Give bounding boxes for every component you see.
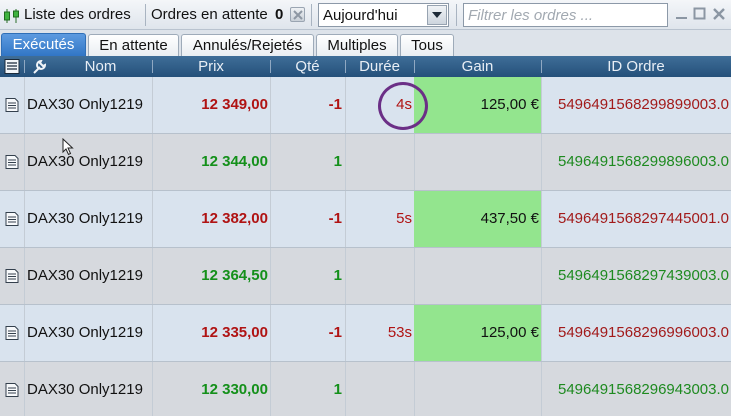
filter-orders-input[interactable]: Filtrer les ordres ...	[463, 3, 668, 27]
tab-label: En attente	[99, 37, 168, 54]
document-icon[interactable]	[5, 212, 19, 226]
toolbar-separator	[311, 4, 312, 26]
cell-duration	[345, 248, 414, 304]
cell-qty: 1	[333, 381, 342, 398]
cell-qty: -1	[328, 210, 342, 227]
cell-gain	[414, 362, 541, 416]
document-icon[interactable]	[5, 383, 19, 397]
chevron-down-icon	[432, 12, 442, 18]
cell-price: 12 382,00	[201, 210, 268, 227]
document-icon[interactable]	[5, 326, 19, 340]
close-icon[interactable]	[711, 6, 727, 22]
clear-icon	[293, 10, 303, 20]
cell-gain: 125,00 €	[414, 77, 541, 133]
window-title: Liste des ordres	[24, 6, 131, 23]
mouse-cursor-icon	[62, 138, 74, 156]
cell-price: 12 364,50	[201, 267, 268, 284]
document-icon[interactable]	[5, 269, 19, 283]
cell-duration	[345, 134, 414, 190]
cell-name: DAX30 Only1219	[27, 381, 143, 398]
maximize-icon[interactable]	[692, 6, 708, 22]
col-header-price[interactable]: Prix	[152, 56, 270, 77]
highlight-circle	[378, 82, 428, 130]
cell-gain	[414, 134, 541, 190]
cell-qty: 1	[333, 267, 342, 284]
col-header-qty[interactable]: Qté	[270, 56, 345, 77]
pending-orders-label: Ordres en attente	[151, 6, 268, 23]
cell-order-id: 5496491568299896003.0	[557, 153, 729, 170]
table-row[interactable]: DAX30 Only1219 12 349,00 -1 4s 125,00 € …	[0, 77, 731, 134]
filter-placeholder: Filtrer les ordres ...	[468, 7, 594, 24]
cell-gain: 125,00 €	[414, 305, 541, 361]
tab-annules-rejetes[interactable]: Annulés/Rejetés	[181, 34, 314, 57]
period-dropdown-button[interactable]	[427, 5, 447, 25]
cell-order-id: 5496491568296996003.0	[557, 324, 729, 341]
candlestick-chart-icon	[4, 9, 19, 23]
col-header-duration[interactable]: Durée	[345, 56, 414, 77]
cell-duration	[345, 362, 414, 416]
cell-order-id: 5496491568297445001.0	[557, 210, 729, 227]
header-divider	[24, 60, 25, 73]
tab-label: Exécutés	[12, 36, 75, 53]
cell-name: DAX30 Only1219	[27, 324, 143, 341]
cell-name: DAX30 Only1219	[27, 96, 143, 113]
cell-price: 12 344,00	[201, 153, 268, 170]
order-tabs: Exécutés En attente Annulés/Rejetés Mult…	[0, 30, 731, 57]
cell-gain: 437,50 €	[414, 191, 541, 247]
cell-name: DAX30 Only1219	[27, 153, 143, 170]
col-header-order-id[interactable]: ID Ordre	[541, 56, 731, 77]
cell-qty: -1	[328, 96, 342, 113]
table-row[interactable]: DAX30 Only1219 12 344,00 1 5496491568299…	[0, 134, 731, 191]
minimize-icon[interactable]	[674, 6, 690, 22]
tab-tous[interactable]: Tous	[400, 34, 454, 57]
toolbar-separator	[145, 4, 146, 26]
period-select[interactable]: Aujourd'hui	[318, 3, 449, 27]
cell-gain	[414, 248, 541, 304]
cell-order-id: 5496491568296943003.0	[557, 381, 729, 398]
tab-multiples[interactable]: Multiples	[316, 34, 398, 57]
pending-orders-count: 0	[275, 6, 284, 23]
cell-price: 12 330,00	[201, 381, 268, 398]
cell-price: 12 335,00	[201, 324, 268, 341]
tab-executes[interactable]: Exécutés	[1, 33, 86, 57]
cell-name: DAX30 Only1219	[27, 267, 143, 284]
table-row[interactable]: DAX30 Only1219 12 364,50 1 5496491568297…	[0, 248, 731, 305]
tab-label: Tous	[411, 37, 443, 54]
cell-price: 12 349,00	[201, 96, 268, 113]
document-icon[interactable]	[4, 59, 20, 74]
wrench-icon[interactable]	[31, 59, 47, 75]
grid-header: Nom Prix Qté Durée Gain ID Ordre	[0, 56, 731, 77]
tab-label: Multiples	[327, 37, 387, 54]
cell-duration: 53s	[387, 324, 412, 341]
document-icon[interactable]	[5, 155, 19, 169]
cell-duration: 5s	[396, 210, 412, 227]
period-select-value: Aujourd'hui	[323, 7, 398, 24]
table-row[interactable]: DAX30 Only1219 12 335,00 -1 53s 125,00 €…	[0, 305, 731, 362]
tab-label: Annulés/Rejetés	[192, 37, 303, 54]
cell-order-id: 5496491568299899003.0	[557, 96, 729, 113]
toolbar: Liste des ordres Ordres en attente 0 Auj…	[0, 0, 731, 30]
tab-en-attente[interactable]: En attente	[88, 34, 179, 57]
cell-qty: -1	[328, 324, 342, 341]
clear-pending-button[interactable]	[290, 7, 305, 22]
cell-qty: 1	[333, 153, 342, 170]
cell-order-id: 5496491568297439003.0	[557, 267, 729, 284]
toolbar-separator	[456, 4, 457, 26]
table-row[interactable]: DAX30 Only1219 12 330,00 1 5496491568296…	[0, 362, 731, 416]
document-icon[interactable]	[5, 98, 19, 112]
col-header-name[interactable]: Nom	[49, 56, 152, 77]
col-header-gain[interactable]: Gain	[414, 56, 541, 77]
table-row[interactable]: DAX30 Only1219 12 382,00 -1 5s 437,50 € …	[0, 191, 731, 248]
cell-name: DAX30 Only1219	[27, 210, 143, 227]
